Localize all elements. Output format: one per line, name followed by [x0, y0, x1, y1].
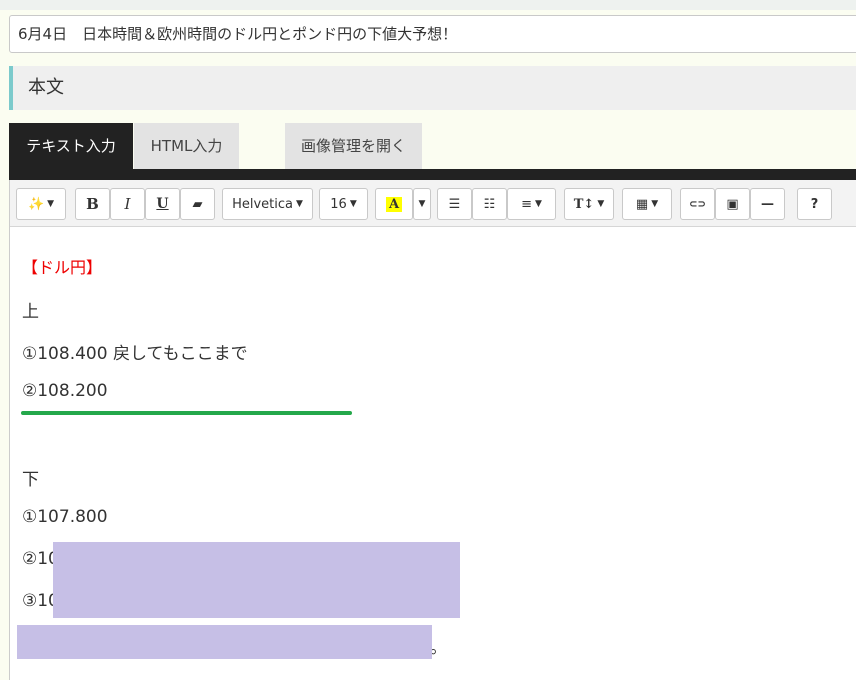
post-title-input[interactable]: 6月4日 日本時間＆欧州時間のドル円とポンド円の下値大予想！: [9, 15, 856, 53]
insert-link-button[interactable]: ⊂⊃: [680, 188, 715, 220]
highlight-icon: A: [385, 196, 403, 212]
font-size-select[interactable]: 16 ▼: [319, 188, 368, 220]
green-underline-annotation: [21, 411, 352, 415]
content-line-up-2: ②108.200: [22, 381, 108, 401]
help-button[interactable]: ?: [797, 188, 832, 220]
content-line-down-label: 下: [22, 470, 39, 490]
chevron-down-icon: ▼: [295, 199, 303, 209]
image-icon: ▣: [726, 196, 739, 212]
link-icon: ⊂⊃: [689, 198, 706, 210]
ordered-list-icon: ☷: [483, 196, 496, 212]
open-image-manager-button[interactable]: 画像管理を開く: [285, 123, 422, 169]
chevron-down-icon: ▼: [597, 199, 605, 209]
chevron-down-icon: ▼: [418, 199, 426, 209]
italic-button[interactable]: I: [110, 188, 145, 220]
unordered-list-icon: ☰: [448, 196, 461, 212]
rich-text-editor[interactable]: ✨ ▼ B I U ▰ Helvetica ▼ 16 ▼ A ▼ ☰ ☷ ≡ ▼ T↕: [9, 180, 856, 680]
line-height-select[interactable]: T↕ ▼: [564, 188, 614, 220]
help-icon: ?: [810, 196, 819, 212]
section-header-body: 本文: [9, 66, 856, 110]
tab-html-input[interactable]: HTML入力: [134, 123, 239, 169]
table-select[interactable]: ▦ ▼: [622, 188, 672, 220]
magic-style-button[interactable]: ✨ ▼: [16, 188, 66, 220]
magic-wand-icon: ✨: [27, 196, 45, 212]
highlight-color-dropdown[interactable]: ▼: [413, 188, 431, 220]
content-heading: 【ドル円】: [22, 258, 103, 277]
table-icon: ▦: [635, 196, 649, 212]
redaction-block: [53, 542, 460, 618]
horizontal-rule-icon: —: [761, 196, 774, 212]
top-strip: [0, 0, 856, 10]
tab-text-input[interactable]: テキスト入力: [9, 123, 133, 169]
align-select[interactable]: ≡ ▼: [507, 188, 556, 220]
chevron-down-icon: ▼: [651, 199, 659, 209]
font-family-value: Helvetica: [232, 196, 293, 212]
chevron-down-icon: ▼: [47, 199, 55, 209]
editor-toolbar: ✨ ▼ B I U ▰ Helvetica ▼ 16 ▼ A ▼ ☰ ☷ ≡ ▼ T↕: [10, 180, 856, 227]
ordered-list-button[interactable]: ☷: [472, 188, 507, 220]
bold-button[interactable]: B: [75, 188, 110, 220]
align-icon: ≡: [521, 196, 532, 212]
font-size-value: 16: [330, 196, 347, 212]
underline-button[interactable]: U: [145, 188, 180, 220]
redaction-block: [17, 625, 432, 659]
insert-image-button[interactable]: ▣: [715, 188, 750, 220]
eraser-icon: ▰: [192, 196, 203, 212]
chevron-down-icon: ▼: [534, 199, 542, 209]
horizontal-rule-button[interactable]: —: [750, 188, 785, 220]
content-trailing-period: 。: [430, 638, 447, 658]
chevron-down-icon: ▼: [349, 199, 357, 209]
font-family-select[interactable]: Helvetica ▼: [222, 188, 313, 220]
text-height-icon: T↕: [573, 196, 595, 212]
content-line-up-label: 上: [22, 302, 39, 322]
clear-format-button[interactable]: ▰: [180, 188, 215, 220]
highlight-color-button[interactable]: A: [375, 188, 413, 220]
content-line-up-1: ①108.400 戻してもここまで: [22, 344, 248, 364]
unordered-list-button[interactable]: ☰: [437, 188, 472, 220]
content-line-down-1: ①107.800: [22, 507, 108, 527]
editor-top-bar: [9, 169, 856, 180]
